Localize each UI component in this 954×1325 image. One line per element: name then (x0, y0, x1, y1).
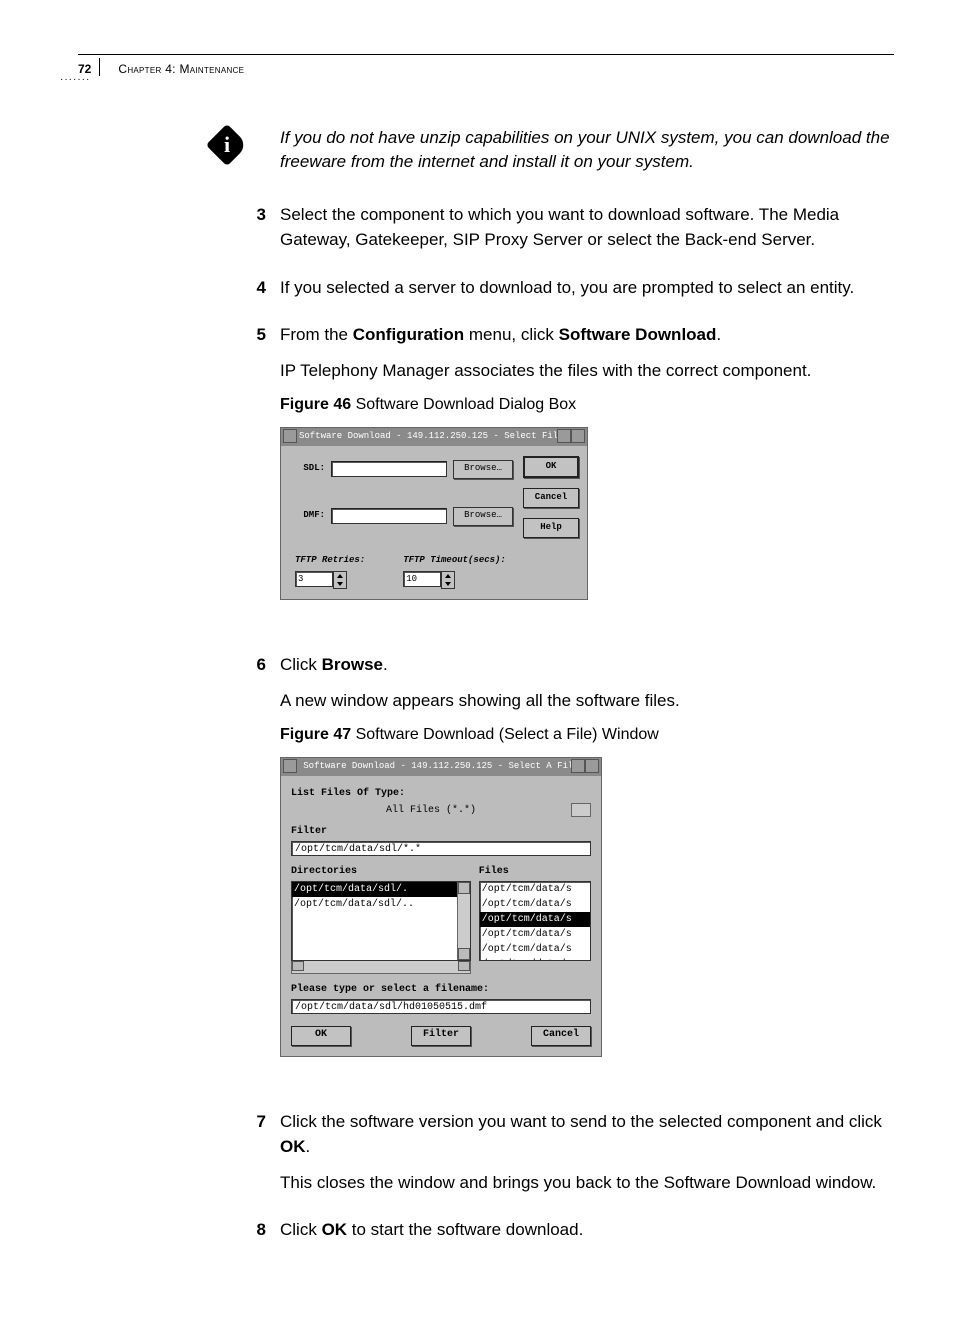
list-item[interactable]: /opt/tcm/data/s (480, 897, 590, 912)
dmf-input[interactable] (331, 508, 447, 524)
ok-button[interactable]: OK (291, 1026, 351, 1046)
list-files-type-label: List Files Of Type: (291, 786, 591, 801)
list-item[interactable]: /opt/tcm/data/sdl/.. (292, 897, 470, 912)
software-download-dialog: Software Download - 149.112.250.125 - Se… (280, 427, 588, 600)
step-text: Click the software version you want to s… (280, 1109, 894, 1160)
step-text: Click Browse. (280, 652, 894, 678)
scrollbar[interactable] (291, 960, 471, 974)
step-number: 5 (252, 322, 266, 640)
directories-label: Directories (291, 864, 471, 879)
scrollbar[interactable] (457, 882, 470, 960)
browse-button[interactable]: Browse… (453, 507, 513, 526)
step-text: Click OK to start the software download. (280, 1217, 894, 1243)
step-text: A new window appears showing all the sof… (280, 688, 894, 714)
dialog-title: Software Download - 149.112.250.125 - Se… (299, 431, 569, 441)
tftp-retries-input[interactable]: 3 (295, 571, 333, 587)
select-file-dialog: Software Download - 149.112.250.125 - Se… (280, 757, 602, 1057)
step-number: 3 (252, 202, 266, 263)
maximize-icon[interactable] (571, 429, 585, 443)
dialog-titlebar: Software Download - 149.112.250.125 - Se… (281, 758, 601, 776)
ok-button[interactable]: OK (523, 456, 579, 478)
tftp-timeout-label: TFTP Timeout(secs): (403, 554, 506, 568)
maximize-icon[interactable] (585, 759, 599, 773)
cancel-button[interactable]: Cancel (523, 488, 579, 508)
directories-list[interactable]: /opt/tcm/data/sdl/. /opt/tcm/data/sdl/.. (291, 881, 471, 961)
step-text: From the Configuration menu, click Softw… (280, 322, 894, 348)
cancel-button[interactable]: Cancel (531, 1026, 591, 1046)
step-text: If you selected a server to download to,… (280, 275, 894, 301)
tftp-timeout-input[interactable]: 10 (403, 571, 441, 587)
header-rule (78, 54, 894, 55)
step-text: This closes the window and brings you ba… (280, 1170, 894, 1196)
dmf-label: DMF: (295, 509, 325, 523)
figure-caption: Figure 47 Software Download (Select a Fi… (280, 723, 894, 747)
file-type-combo[interactable]: All Files (*.*) (291, 803, 591, 818)
minimize-icon[interactable] (571, 759, 585, 773)
browse-button[interactable]: Browse… (453, 460, 513, 479)
list-item[interactable]: /opt/tcm/data/s (480, 882, 590, 897)
chapter-title: Chapter 4: Maintenance (118, 58, 244, 76)
step-text: IP Telephony Manager associates the file… (280, 358, 894, 384)
files-label: Files (479, 864, 591, 879)
dialog-titlebar: Software Download - 149.112.250.125 - Se… (281, 428, 587, 446)
system-menu-icon[interactable] (283, 759, 297, 773)
system-menu-icon[interactable] (283, 429, 297, 443)
info-icon (206, 124, 248, 166)
spinner-buttons[interactable] (333, 571, 347, 589)
step-number: 6 (252, 652, 266, 1097)
filter-button[interactable]: Filter (411, 1026, 471, 1046)
tftp-retries-label: TFTP Retries: (295, 554, 365, 568)
sdl-input[interactable] (331, 461, 447, 477)
list-item[interactable]: /opt/tcm/data/s (480, 942, 590, 957)
filename-input[interactable]: /opt/tcm/data/sdl/hd01050515.dmf (291, 999, 591, 1014)
sdl-label: SDL: (295, 462, 325, 476)
step-text: Select the component to which you want t… (280, 202, 894, 253)
files-list[interactable]: /opt/tcm/data/s /opt/tcm/data/s /opt/tcm… (479, 881, 591, 961)
figure-caption: Figure 46 Software Download Dialog Box (280, 393, 894, 417)
filename-label: Please type or select a filename: (291, 982, 591, 997)
dropdown-icon[interactable] (571, 803, 591, 817)
help-button[interactable]: Help (523, 518, 579, 538)
filter-input[interactable]: /opt/tcm/data/sdl/*.* (291, 841, 591, 856)
list-item[interactable]: /opt/tcm/data/sdl/. (292, 882, 470, 897)
list-item[interactable]: /opt/tcm/data/s (480, 912, 590, 927)
list-item[interactable]: /opt/tcm/data/s (480, 957, 590, 961)
minimize-icon[interactable] (557, 429, 571, 443)
info-note: If you do not have unzip capabilities on… (280, 126, 894, 174)
step-number: 4 (252, 275, 266, 311)
decorative-dots: ······· (60, 74, 90, 85)
list-item[interactable]: /opt/tcm/data/s (480, 927, 590, 942)
file-type-value: All Files (*.*) (291, 803, 571, 818)
filter-label: Filter (291, 824, 591, 839)
spinner-buttons[interactable] (441, 571, 455, 589)
dialog-title: Software Download - 149.112.250.125 - Se… (303, 761, 578, 771)
step-number: 7 (252, 1109, 266, 1206)
